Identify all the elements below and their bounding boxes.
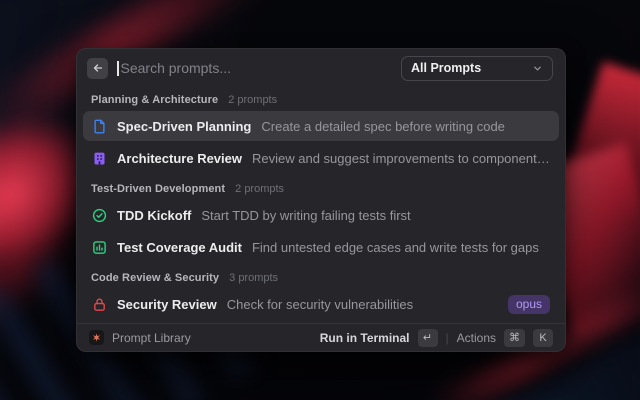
back-button[interactable] xyxy=(87,58,108,79)
section-count: 2 prompts xyxy=(228,94,277,106)
prompt-description: Review and suggest improvements to compo… xyxy=(252,151,550,166)
file-icon xyxy=(92,119,107,134)
prompt-title: Spec-Driven Planning xyxy=(117,119,251,134)
footer-divider: | xyxy=(446,331,449,345)
prompt-list: Planning & Architecture 2 prompts Spec-D… xyxy=(77,87,565,323)
palette-footer: Prompt Library Run in Terminal ↵ | Actio… xyxy=(77,323,565,351)
section-title: Planning & Architecture xyxy=(91,94,218,106)
app-name: Prompt Library xyxy=(112,331,191,345)
run-in-terminal-button[interactable]: Run in Terminal xyxy=(320,331,410,345)
building-icon xyxy=(92,151,107,166)
model-badge: opus xyxy=(508,295,550,314)
lock-icon xyxy=(92,297,107,312)
filter-dropdown[interactable]: All Prompts xyxy=(401,56,553,81)
section-count: 2 prompts xyxy=(235,183,284,195)
prompt-description: Find untested edge cases and write tests… xyxy=(252,240,539,255)
return-key-badge: ↵ xyxy=(418,329,438,347)
prompt-description: Start TDD by writing failing tests first xyxy=(201,208,410,223)
footer-actions: Run in Terminal ↵ | Actions ⌘ K xyxy=(320,329,553,347)
bar-chart-icon xyxy=(92,240,107,255)
section-title: Test-Driven Development xyxy=(91,183,225,195)
search-input[interactable] xyxy=(121,60,393,76)
k-key-badge: K xyxy=(533,329,553,347)
prompt-palette: All Prompts Planning & Architecture 2 pr… xyxy=(76,48,566,352)
prompt-description: Check for security vulnerabilities xyxy=(227,297,413,312)
prompt-description: Create a detailed spec before writing co… xyxy=(261,119,505,134)
claude-spark-icon xyxy=(89,330,104,345)
section-count: 3 prompts xyxy=(229,272,278,284)
filter-dropdown-value: All Prompts xyxy=(411,61,481,75)
cmd-key-badge: ⌘ xyxy=(504,329,525,347)
prompt-row-tdd-kickoff[interactable]: TDD Kickoff Start TDD by writing failing… xyxy=(83,200,559,230)
section-title: Code Review & Security xyxy=(91,272,219,284)
search-field xyxy=(117,60,392,76)
prompt-row-spec-driven-planning[interactable]: Spec-Driven Planning Create a detailed s… xyxy=(83,111,559,141)
chevron-down-icon xyxy=(532,63,543,74)
section-header-planning: Planning & Architecture 2 prompts xyxy=(77,87,565,111)
prompt-row-test-coverage-audit[interactable]: Test Coverage Audit Find untested edge c… xyxy=(83,232,559,262)
prompt-title: Security Review xyxy=(117,297,217,312)
circle-check-icon xyxy=(92,208,107,223)
text-caret xyxy=(117,61,119,76)
prompt-row-architecture-review[interactable]: Architecture Review Review and suggest i… xyxy=(83,143,559,173)
prompt-title: Architecture Review xyxy=(117,151,242,166)
section-header-tdd: Test-Driven Development 2 prompts xyxy=(77,175,565,200)
prompt-title: TDD Kickoff xyxy=(117,208,191,223)
prompt-title: Test Coverage Audit xyxy=(117,240,242,255)
arrow-left-icon xyxy=(92,62,104,74)
section-header-security: Code Review & Security 3 prompts xyxy=(77,264,565,289)
actions-button[interactable]: Actions xyxy=(457,331,496,345)
palette-header: All Prompts xyxy=(77,49,565,87)
prompt-row-security-review[interactable]: Security Review Check for security vulne… xyxy=(83,289,559,319)
